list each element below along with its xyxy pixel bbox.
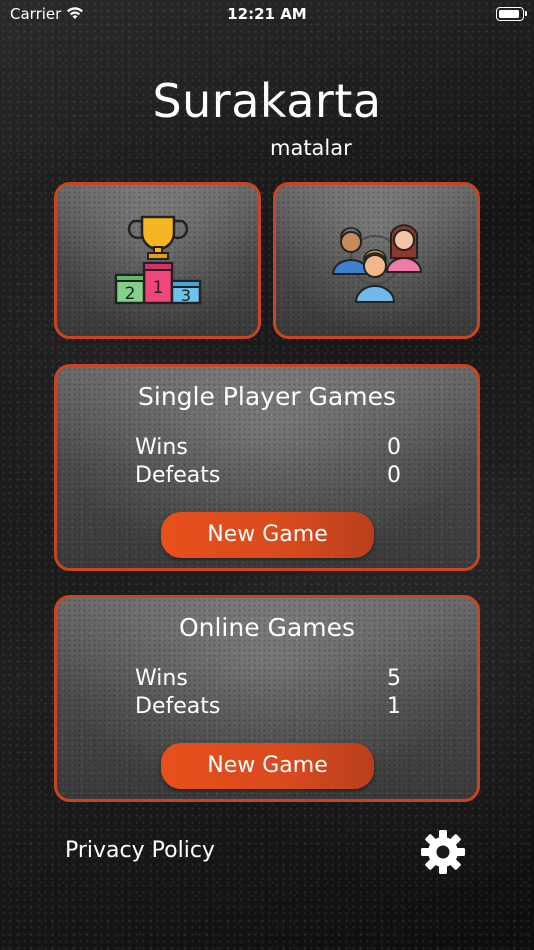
wins-value: 5 [387,666,401,691]
app-subtitle: matalar [270,136,352,160]
svg-text:1: 1 [152,278,163,298]
group-players-icon [327,214,427,308]
wins-label: Wins [135,666,188,691]
battery-icon [496,7,527,21]
status-bar: Carrier 12:21 AM [0,0,534,28]
trophy-podium-icon: 1 2 3 [108,211,208,311]
battery-fill [499,10,519,18]
defeats-value: 1 [387,694,401,719]
defeats-label: Defeats [135,463,221,488]
online-new-game-button[interactable]: New Game [161,743,374,789]
single-player-new-game-button[interactable]: New Game [161,512,374,558]
svg-text:2: 2 [124,284,135,304]
privacy-policy-link[interactable]: Privacy Policy [65,838,215,863]
svg-text:3: 3 [180,286,190,305]
gear-icon [420,830,466,879]
single-player-card: Single Player Games Wins 0 Defeats 0 New… [54,364,480,571]
wins-value: 0 [387,435,401,460]
online-games-card: Online Games Wins 5 Defeats 1 New Game [54,595,480,802]
settings-button[interactable] [420,829,466,875]
defeats-label: Defeats [135,694,221,719]
wins-label: Wins [135,435,188,460]
leaderboard-tile[interactable]: 1 2 3 [54,182,261,339]
online-games-title: Online Games [178,613,356,642]
single-player-title: Single Player Games [138,382,396,411]
multiplayer-tile[interactable] [273,182,480,339]
status-time: 12:21 AM [227,5,307,23]
app-title: Surakarta [152,74,382,128]
defeats-value: 0 [387,463,401,488]
